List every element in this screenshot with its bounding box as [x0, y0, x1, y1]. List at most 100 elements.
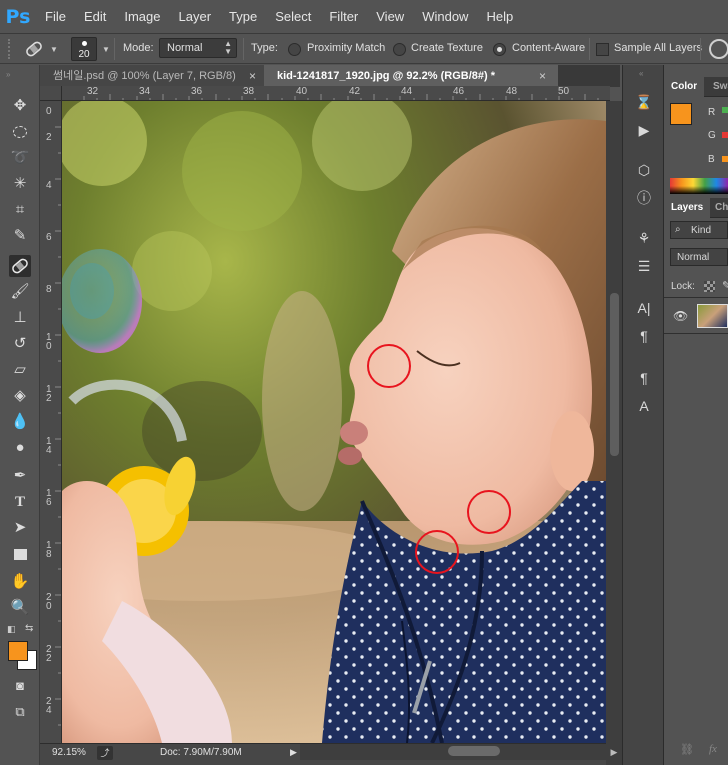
- close-tab-icon[interactable]: ×: [249, 65, 256, 87]
- default-colors-icon[interactable]: ◧: [7, 624, 16, 635]
- eraser-tool-icon[interactable]: ▱: [9, 359, 31, 381]
- separator: [243, 38, 244, 60]
- link-layers-icon[interactable]: ⛓: [680, 743, 694, 756]
- share-icon[interactable]: ⤴: [97, 746, 113, 760]
- fx-icon[interactable]: fx: [709, 743, 717, 755]
- menu-view[interactable]: View: [367, 0, 413, 34]
- layer-filter-kind[interactable]: ⌕ Kind: [670, 221, 728, 239]
- history-brush-tool-icon[interactable]: ↺: [9, 333, 31, 355]
- ruler-label: 34: [139, 86, 151, 97]
- close-tab-icon[interactable]: ×: [539, 65, 546, 87]
- lock-transparency-icon[interactable]: [704, 281, 715, 292]
- patch-tool-icon[interactable]: [9, 255, 31, 277]
- horizontal-scroll-thumb[interactable]: [448, 746, 500, 756]
- hand-tool-icon[interactable]: ✋: [9, 571, 31, 593]
- actions-panel-icon[interactable]: ▶: [631, 119, 657, 141]
- ruler-label: 2: [46, 132, 52, 143]
- ruler-label: 38: [243, 86, 255, 97]
- layer-row[interactable]: 👁: [664, 297, 728, 334]
- character-styles-icon[interactable]: A: [631, 395, 657, 417]
- patch-tool-preset-icon[interactable]: [22, 38, 46, 60]
- zoom-tool-icon[interactable]: 🔍: [9, 597, 31, 619]
- collapse-toolbar-icon[interactable]: »: [6, 70, 10, 79]
- rectangle-tool-icon[interactable]: [9, 543, 31, 565]
- menu-help[interactable]: Help: [477, 0, 522, 34]
- tab-channels[interactable]: Ch: [708, 198, 728, 218]
- quick-mask-icon[interactable]: ◙: [9, 675, 31, 697]
- brush-size-picker[interactable]: 20: [71, 37, 97, 61]
- menu-file[interactable]: File: [36, 0, 75, 34]
- pen-tool-icon[interactable]: ✒: [9, 465, 31, 487]
- ruler-label: 1 6: [46, 488, 52, 508]
- blue-slider-marker[interactable]: [722, 156, 728, 162]
- screen-mode-icon[interactable]: ⧉: [9, 701, 31, 723]
- menu-filter[interactable]: Filter: [320, 0, 367, 34]
- path-selection-tool-icon[interactable]: ➤: [9, 517, 31, 539]
- menu-edit[interactable]: Edit: [75, 0, 115, 34]
- vertical-scroll-thumb[interactable]: [610, 293, 619, 456]
- status-menu-icon[interactable]: ▶: [290, 747, 297, 758]
- proximity-match-radio[interactable]: [288, 43, 301, 56]
- 3d-panel-icon[interactable]: ⬡: [631, 159, 657, 181]
- paint-bucket-tool-icon[interactable]: ◈: [9, 385, 31, 407]
- vertical-ruler[interactable]: 0 2 4 6 8 1 0 1 2 1 4 1 6 1 8 2 0 2 2 2 …: [40, 101, 62, 743]
- paragraph-panel-icon[interactable]: ¶: [631, 325, 657, 347]
- move-tool-icon[interactable]: ✥: [9, 95, 31, 117]
- tab-color[interactable]: Color: [664, 77, 705, 97]
- menu-window[interactable]: Window: [413, 0, 477, 34]
- character-panel-icon[interactable]: A|: [631, 297, 657, 319]
- scroll-right-icon[interactable]: ▶: [606, 743, 622, 765]
- tab-layers[interactable]: Layers: [664, 198, 711, 218]
- brush-panel-icon[interactable]: ⚘: [631, 227, 657, 249]
- swap-colors-icon[interactable]: ⇆: [25, 623, 33, 634]
- create-texture-label[interactable]: Create Texture: [411, 42, 483, 54]
- visibility-eye-icon[interactable]: 👁: [673, 309, 688, 323]
- proximity-match-label[interactable]: Proximity Match: [307, 42, 385, 54]
- info-panel-icon[interactable]: ⓘ: [631, 187, 657, 209]
- color-panel-foreground[interactable]: [670, 103, 692, 125]
- collapse-strip-icon[interactable]: «: [639, 69, 643, 78]
- sample-all-layers-checkbox[interactable]: [596, 43, 609, 56]
- lasso-tool-icon[interactable]: ➰: [9, 147, 31, 169]
- menu-type[interactable]: Type: [220, 0, 266, 34]
- menu-image[interactable]: Image: [115, 0, 169, 34]
- brush-tool-icon[interactable]: 🖌: [9, 281, 31, 303]
- pressure-icon[interactable]: [709, 39, 728, 59]
- marquee-tool-icon[interactable]: [9, 121, 31, 143]
- document-canvas[interactable]: [62, 101, 606, 743]
- green-label: G: [708, 130, 716, 141]
- type-tool-icon[interactable]: T: [9, 491, 31, 513]
- lock-paint-icon[interactable]: ✎: [722, 279, 728, 292]
- foreground-color-swatch[interactable]: [8, 641, 28, 661]
- preset-dropdown-icon[interactable]: ▼: [50, 45, 58, 54]
- magic-wand-tool-icon[interactable]: ✳: [9, 173, 31, 195]
- red-slider-marker[interactable]: [722, 107, 728, 113]
- tab-kid-jpg[interactable]: kid-1241817_1920.jpg @ 92.2% (RGB/8#) * …: [264, 65, 558, 87]
- brush-dropdown-icon[interactable]: ▼: [102, 45, 110, 54]
- green-slider-marker[interactable]: [722, 132, 728, 138]
- mode-select[interactable]: Normal ▲ ▼: [159, 38, 237, 58]
- paragraph-styles-icon[interactable]: ¶: [631, 367, 657, 389]
- create-texture-radio[interactable]: [393, 43, 406, 56]
- blend-mode-select[interactable]: Normal: [670, 248, 728, 266]
- menu-layer[interactable]: Layer: [170, 0, 221, 34]
- ruler-origin[interactable]: [40, 86, 62, 101]
- blur-tool-icon[interactable]: 💧: [9, 411, 31, 433]
- tab-thumbnail-psd[interactable]: 썸네일.psd @ 100% (Layer 7, RGB/8) ×: [40, 65, 264, 87]
- menu-select[interactable]: Select: [266, 0, 320, 34]
- adjustments-panel-icon[interactable]: ☰: [631, 255, 657, 277]
- tab-swatches[interactable]: Swa: [706, 77, 728, 97]
- content-aware-label[interactable]: Content-Aware: [512, 42, 585, 54]
- zoom-level[interactable]: 92.15%: [52, 747, 86, 758]
- photoshop-logo: Ps: [5, 5, 31, 28]
- options-grip[interactable]: [8, 39, 12, 59]
- sample-all-layers-label[interactable]: Sample All Layers: [614, 42, 702, 54]
- history-panel-icon[interactable]: ⌛: [631, 91, 657, 113]
- eyedropper-tool-icon[interactable]: ✎: [9, 225, 31, 247]
- content-aware-radio[interactable]: [493, 43, 506, 56]
- dodge-tool-icon[interactable]: ●: [9, 437, 31, 459]
- clone-stamp-tool-icon[interactable]: ⊥: [9, 307, 31, 329]
- crop-tool-icon[interactable]: ⌗: [9, 199, 31, 221]
- color-spectrum[interactable]: [670, 178, 728, 194]
- horizontal-ruler[interactable]: 32 34 36 38 40 42 44 46 48 50: [62, 86, 610, 101]
